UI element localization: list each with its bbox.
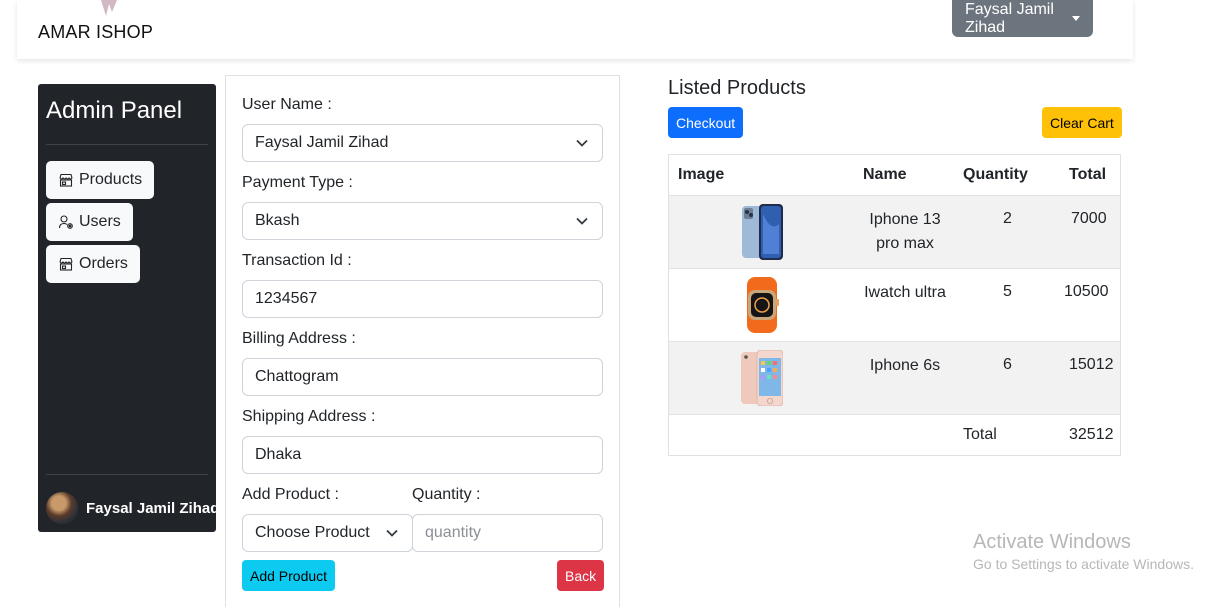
product-name: Iphone 13 — [869, 211, 941, 228]
product-quantity: 6 — [1003, 356, 1012, 373]
billing-address-input[interactable]: Chattogram — [242, 358, 603, 396]
table-row: Iphone 6s 6 15012 — [669, 342, 1120, 415]
add-product-label: Add Product : — [242, 486, 339, 503]
caret-down-icon — [1072, 16, 1080, 21]
avatar — [46, 492, 78, 524]
product-name: Iwatch ultra — [864, 284, 946, 301]
payment-type-label: Payment Type : — [242, 174, 353, 191]
brand-logo-text[interactable]: AMAR ISHOP — [38, 22, 153, 43]
payment-type-value: Bkash — [255, 212, 300, 229]
table-footer-row: Total 32512 — [669, 415, 1120, 455]
shipping-address-label: Shipping Address : — [242, 408, 376, 425]
activation-watermark-title: Activate Windows — [973, 531, 1131, 553]
column-header-total: Total — [1069, 166, 1107, 183]
chevron-down-icon — [576, 139, 588, 147]
user-name-label: User Name : — [242, 96, 332, 113]
product-quantity: 2 — [1003, 210, 1012, 227]
admin-sidebar: Admin Panel Products Users Orders Faysal… — [38, 84, 216, 532]
product-total: 15012 — [1069, 356, 1114, 373]
product-quantity: 5 — [1003, 283, 1012, 300]
transaction-id-label: Transaction Id : — [242, 252, 352, 269]
logo-mark-icon — [101, 0, 117, 16]
table-row: Iwatch ultra 5 10500 — [669, 269, 1120, 342]
payment-type-select[interactable]: Bkash — [242, 202, 603, 240]
sidebar-item-label: Users — [79, 213, 121, 230]
column-header-quantity: Quantity — [963, 166, 1028, 183]
product-total: 7000 — [1071, 210, 1107, 227]
sidebar-user-name: Faysal Jamil Zihad — [86, 499, 216, 517]
sidebar-divider — [46, 474, 208, 475]
chevron-down-icon — [386, 529, 398, 537]
checkout-button[interactable]: Checkout — [668, 107, 744, 138]
clear-cart-button[interactable]: Clear Cart — [1042, 107, 1122, 138]
order-form: User Name : Faysal Jamil Zihad Payment T… — [225, 75, 620, 607]
user-dropdown-button[interactable]: Faysal Jamil Zihad — [952, 0, 1093, 37]
sidebar-item-label: Orders — [79, 255, 128, 272]
product-name-line2: pro max — [876, 235, 934, 252]
quantity-input[interactable]: quantity — [412, 514, 603, 552]
sidebar-user[interactable]: Faysal Jamil Zihad — [46, 492, 216, 524]
product-name: Iphone 6s — [869, 357, 941, 374]
user-name-value: Faysal Jamil Zihad — [255, 134, 389, 151]
shop-icon — [59, 173, 73, 187]
sidebar-item-orders[interactable]: Orders — [46, 245, 140, 283]
product-select-value: Choose Product — [255, 524, 370, 541]
chevron-down-icon — [576, 217, 588, 225]
iphone-13-pro-max-image — [742, 204, 783, 260]
activation-watermark-subtitle: Go to Settings to activate Windows. — [973, 556, 1194, 572]
shop-icon — [59, 257, 73, 271]
add-product-button[interactable]: Add Product — [242, 560, 336, 591]
product-select[interactable]: Choose Product — [242, 514, 413, 552]
listed-products-title: Listed Products — [668, 77, 806, 99]
column-header-name: Name — [863, 166, 907, 183]
transaction-id-input[interactable]: 1234567 — [242, 280, 603, 318]
cart-table: Image Name Quantity Total Iphone 13 pro … — [668, 154, 1121, 456]
total-label: Total — [963, 426, 997, 443]
user-gear-icon — [58, 215, 73, 229]
sidebar-divider — [46, 144, 208, 145]
table-header-row: Image Name Quantity Total — [669, 155, 1120, 196]
grand-total-value: 32512 — [1069, 426, 1114, 443]
product-total: 10500 — [1064, 283, 1109, 300]
shipping-address-input[interactable]: Dhaka — [242, 436, 603, 474]
sidebar-item-users[interactable]: Users — [46, 203, 133, 241]
iwatch-ultra-image — [747, 277, 779, 333]
user-name-select[interactable]: Faysal Jamil Zihad — [242, 124, 603, 162]
page-root: AMAR ISHOP Faysal Jamil Zihad Admin Pane… — [0, 0, 1218, 607]
table-row: Iphone 13 pro max 2 7000 — [669, 196, 1120, 269]
column-header-image: Image — [678, 166, 725, 183]
sidebar-item-products[interactable]: Products — [46, 161, 155, 199]
sidebar-title: Admin Panel — [46, 97, 183, 124]
quantity-label: Quantity : — [412, 486, 481, 503]
back-button[interactable]: Back — [557, 560, 605, 591]
top-navbar: AMAR ISHOP Faysal Jamil Zihad — [17, 0, 1133, 59]
sidebar-item-label: Products — [79, 171, 143, 188]
billing-address-label: Billing Address : — [242, 330, 356, 347]
iphone-6s-image — [741, 350, 783, 406]
